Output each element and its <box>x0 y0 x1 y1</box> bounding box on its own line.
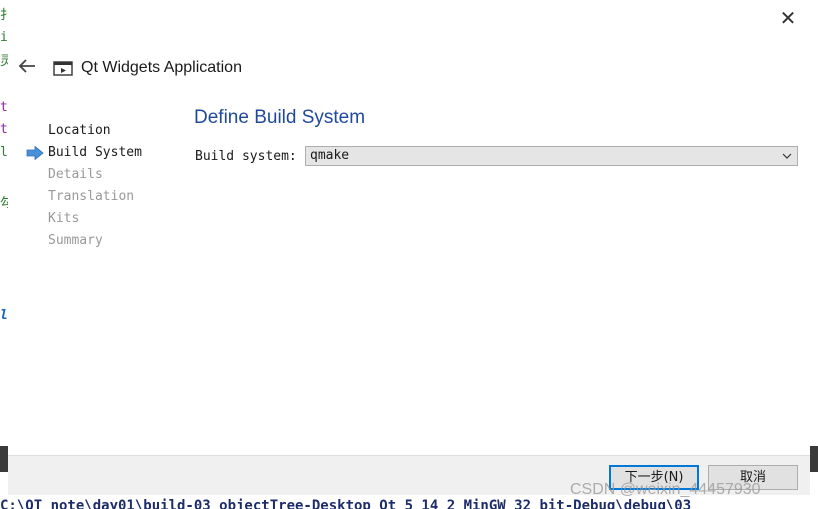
close-button[interactable]: ✕ <box>778 8 798 28</box>
step-label: Location <box>48 123 111 138</box>
back-arrow-icon <box>18 59 35 73</box>
step-summary: Summary <box>26 230 142 252</box>
build-system-value: qmake <box>310 148 350 163</box>
bg-fragment: 勾 <box>0 196 8 211</box>
build-system-select[interactable]: qmake <box>305 146 798 166</box>
step-build-system: Build System <box>26 142 142 164</box>
page-title: Define Build System <box>194 107 366 128</box>
back-button[interactable] <box>16 56 40 76</box>
bg-fragment: t <box>0 122 8 137</box>
build-system-label: Build system: <box>195 149 297 164</box>
step-label: Build System <box>48 145 142 160</box>
step-location: Location <box>26 120 142 142</box>
bg-fragment: t <box>0 100 8 115</box>
step-label: Translation <box>48 189 135 204</box>
watermark: CSDN @weixin_44457930 <box>570 481 761 498</box>
bg-fragment: le <box>0 308 8 323</box>
step-label: Summary <box>48 233 103 248</box>
step-kits: Kits <box>26 208 142 230</box>
step-label: Kits <box>48 211 80 226</box>
current-step-arrow-icon <box>26 146 44 160</box>
app-window-icon <box>53 61 73 76</box>
background-editor-strip: 扌 i 灵 t t le 勾 le <box>0 0 8 509</box>
step-translation: Translation <box>26 186 142 208</box>
chevron-down-icon <box>782 153 792 159</box>
wizard-header: Qt Widgets Application <box>53 57 242 79</box>
step-details: Details <box>26 164 142 186</box>
bg-fragment: le <box>0 145 8 160</box>
bg-fragment: i <box>0 30 8 45</box>
wizard-title: Qt Widgets Application <box>81 59 242 76</box>
new-project-wizard-dialog: ✕ Qt Widgets Application Location Build … <box>8 0 810 495</box>
bg-fragment: 扌 <box>0 8 8 23</box>
wizard-steps: Location Build System Details Translatio… <box>26 120 142 252</box>
bg-fragment: 灵 <box>0 54 8 69</box>
step-label: Details <box>48 167 103 182</box>
